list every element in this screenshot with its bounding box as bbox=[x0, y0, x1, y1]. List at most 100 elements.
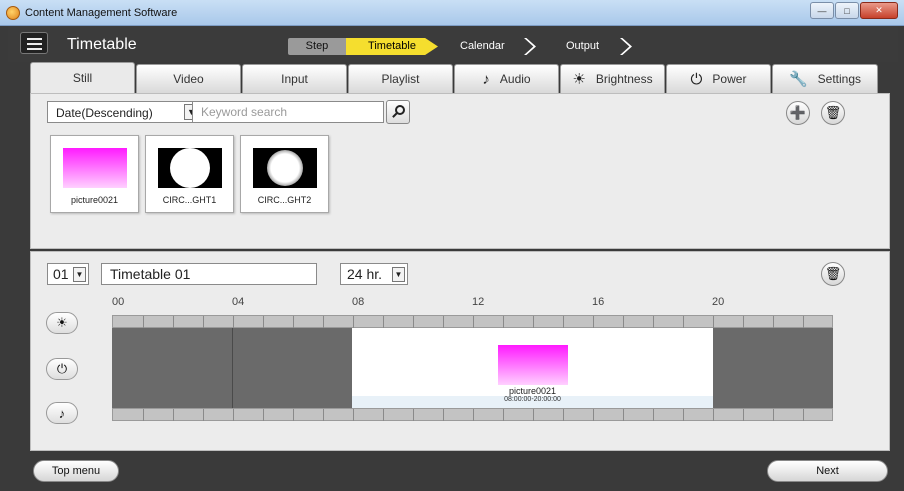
time-ruler-top bbox=[112, 315, 833, 328]
timetable-name-input[interactable] bbox=[101, 263, 317, 285]
ruler-tick bbox=[713, 409, 714, 421]
ruler-tick bbox=[443, 409, 444, 421]
tab-audio[interactable]: ♪ Audio bbox=[454, 64, 559, 93]
hour-label: 16 bbox=[592, 296, 605, 308]
ruler-tick bbox=[293, 409, 294, 421]
ruler-tick bbox=[203, 409, 204, 421]
step-output: Output bbox=[566, 40, 600, 52]
ruler-tick bbox=[653, 316, 654, 328]
ruler-tick bbox=[593, 409, 594, 421]
ruler-tick bbox=[683, 316, 684, 328]
tab-brightness[interactable]: ☀ Brightness bbox=[560, 64, 665, 93]
ruler-tick bbox=[233, 316, 234, 328]
ruler-tick bbox=[713, 316, 714, 328]
ruler-tick bbox=[293, 316, 294, 328]
trash-icon: 🗑 bbox=[824, 266, 842, 281]
ruler-tick bbox=[233, 409, 234, 421]
hour-label: 12 bbox=[472, 296, 485, 308]
timeline-event[interactable]: picture0021 08:00:00-20:00:00 bbox=[352, 328, 713, 408]
event-name: picture0021 bbox=[508, 386, 557, 396]
step-timetable: Timetable bbox=[346, 38, 438, 55]
hour-label: 04 bbox=[232, 296, 245, 308]
close-button[interactable]: ✕ bbox=[860, 2, 898, 19]
menu-icon bbox=[27, 38, 42, 40]
tab-input[interactable]: Input bbox=[242, 64, 347, 93]
ruler-tick bbox=[563, 316, 564, 328]
content-thumbnail bbox=[158, 148, 222, 188]
content-library: Date(Descending) ▼ ➕ 🗑 picture0021 CIRC.… bbox=[30, 93, 890, 249]
ruler-tick bbox=[653, 409, 654, 421]
content-thumbnail bbox=[253, 148, 317, 188]
ruler-tick bbox=[773, 316, 774, 328]
delete-timetable-button[interactable]: 🗑 bbox=[821, 262, 845, 286]
ruler-tick bbox=[353, 316, 354, 328]
brightness-icon: ☀ bbox=[56, 315, 68, 330]
hour-label: 20 bbox=[712, 296, 725, 308]
ruler-tick bbox=[683, 409, 684, 421]
maximize-button[interactable]: □ bbox=[835, 2, 859, 19]
audio-row-button[interactable]: ♪ bbox=[46, 402, 78, 424]
ruler-tick bbox=[383, 409, 384, 421]
ruler-tick bbox=[413, 409, 414, 421]
hour-label: 00 bbox=[112, 296, 125, 308]
ruler-tick bbox=[173, 409, 174, 421]
music-note-icon: ♪ bbox=[482, 70, 490, 88]
delete-content-button[interactable]: 🗑 bbox=[821, 101, 845, 125]
chevron-down-icon: ▼ bbox=[392, 267, 405, 282]
ruler-tick bbox=[173, 316, 174, 328]
ruler-tick bbox=[263, 316, 264, 328]
window-title: Content Management Software bbox=[25, 7, 178, 19]
ruler-tick bbox=[773, 409, 774, 421]
add-button[interactable]: ➕ bbox=[786, 101, 810, 125]
minimize-button[interactable]: — bbox=[810, 2, 834, 19]
tab-video[interactable]: Video bbox=[136, 64, 241, 93]
ruler-tick bbox=[473, 409, 474, 421]
timetable-panel: 01 ▼ 24 hr. ▼ 🗑 00 04 08 12 16 20 pictur… bbox=[30, 251, 890, 451]
step-label: Step bbox=[288, 38, 346, 55]
brightness-row-button[interactable]: ☀ bbox=[46, 312, 78, 334]
top-menu-button[interactable]: Top menu bbox=[33, 460, 119, 482]
ruler-tick bbox=[803, 316, 804, 328]
app-header: Timetable Step Timetable Calendar Output bbox=[8, 26, 898, 62]
tab-playlist[interactable]: Playlist bbox=[348, 64, 453, 93]
event-thumbnail bbox=[498, 345, 568, 385]
sort-select[interactable]: Date(Descending) ▼ bbox=[47, 101, 202, 123]
ruler-tick bbox=[323, 316, 324, 328]
menu-button[interactable] bbox=[20, 32, 48, 54]
ruler-tick bbox=[743, 409, 744, 421]
content-tabs: Still Video Input Playlist ♪ Audio ☀ Brigh… bbox=[30, 62, 880, 93]
ruler-tick bbox=[323, 409, 324, 421]
content-item[interactable]: CIRC...GHT1 bbox=[145, 135, 234, 213]
tab-power[interactable]: ⏻ Power bbox=[666, 64, 771, 93]
ruler-tick bbox=[803, 409, 804, 421]
event-time: 08:00:00-20:00:00 bbox=[352, 396, 713, 408]
tab-settings[interactable]: 🔧 Settings bbox=[772, 64, 878, 93]
timeline-track[interactable]: picture0021 08:00:00-20:00:00 bbox=[112, 328, 833, 408]
ruler-tick bbox=[383, 316, 384, 328]
content-thumbnail bbox=[63, 148, 127, 188]
page-title: Timetable bbox=[67, 36, 137, 53]
ruler-tick bbox=[593, 316, 594, 328]
power-row-button[interactable]: ⏻ bbox=[46, 358, 78, 380]
brightness-icon: ☀ bbox=[572, 71, 586, 88]
timetable-number-select[interactable]: 01 ▼ bbox=[47, 263, 89, 285]
ruler-tick bbox=[503, 316, 504, 328]
app-icon bbox=[6, 6, 20, 20]
power-icon: ⏻ bbox=[56, 361, 68, 376]
plus-icon: ➕ bbox=[789, 105, 807, 120]
search-button[interactable] bbox=[386, 100, 410, 124]
ruler-tick bbox=[203, 316, 204, 328]
next-button[interactable]: Next bbox=[767, 460, 888, 482]
ruler-tick bbox=[353, 409, 354, 421]
window-controls: — □ ✕ bbox=[810, 2, 898, 19]
ruler-tick bbox=[533, 316, 534, 328]
content-item[interactable]: CIRC...GHT2 bbox=[240, 135, 329, 213]
search-input[interactable] bbox=[192, 101, 384, 123]
content-item[interactable]: picture0021 bbox=[50, 135, 139, 213]
time-ruler-bottom bbox=[112, 408, 833, 421]
wrench-icon: 🔧 bbox=[788, 71, 808, 88]
ruler-tick bbox=[473, 316, 474, 328]
tab-still[interactable]: Still bbox=[30, 62, 135, 93]
window-titlebar: Content Management Software — □ ✕ bbox=[0, 0, 904, 26]
hour-mode-select[interactable]: 24 hr. ▼ bbox=[340, 263, 408, 285]
